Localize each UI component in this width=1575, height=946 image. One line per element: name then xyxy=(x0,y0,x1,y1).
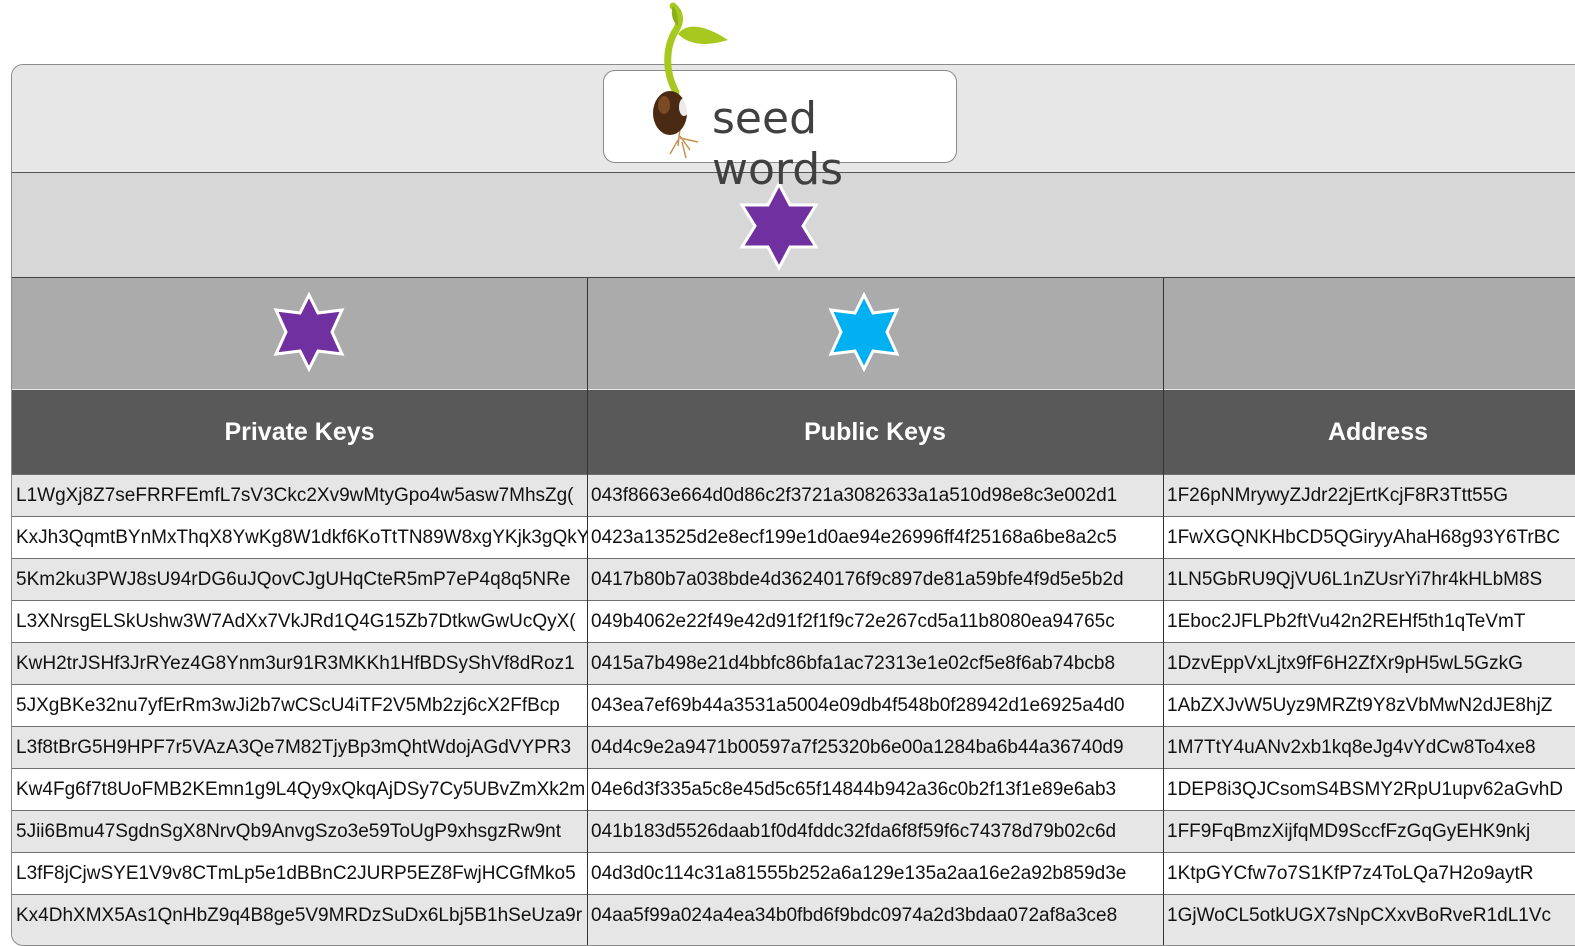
sprout-leaf xyxy=(678,26,728,44)
public-key-cell: 0417b80b7a038bde4d36240176f9c897de81a59b… xyxy=(591,569,1124,590)
address-cell: 1F26pNMrywyZJdr22jErtKcjF8R3Ttt55G xyxy=(1167,485,1509,506)
column-divider xyxy=(587,278,588,945)
private-key-cell: 5JXgBKe32nu7yfErRm3wJi2b7wCScU4iTF2V5Mb2… xyxy=(16,695,560,716)
header-address: Address xyxy=(1327,418,1429,446)
table-row: 5Jii6Bmu47SgdnSgX8NrvQb9AnvgSzo3e59ToUgP… xyxy=(12,810,1575,852)
star-left-shape xyxy=(273,292,345,372)
public-key-cell: 049b4062e22f49e42d91f2f1f9c72e267cd5a11b… xyxy=(591,611,1115,632)
seed-hilum xyxy=(679,98,689,116)
private-key-cell: L3fF8jCjwSYE1V9v8CTmLp5e1dBBnC2JURP5EZ8F… xyxy=(16,863,576,884)
public-key-cell: 0415a7b498e21d4bbfc86bfa1ac72313e1e02cf5… xyxy=(591,653,1116,674)
address-cell: 1GjWoCL5otkUGX7sNpCXxvBoRveR1dL1Vc xyxy=(1167,905,1552,926)
table-row: 5Km2ku3PWJ8sU94rDG6uJQovCJgUHqCteR5mP7eP… xyxy=(12,558,1575,600)
table-row: KxJh3QqmtBYnMxThqX8YwKg8W1dkf6KoTtTN89W8… xyxy=(12,516,1575,558)
public-key-cell: 04d3d0c114c31a81555b252a6a129e135a2aa16e… xyxy=(591,863,1127,884)
address-cell: 1Eboc2JFLPb2ftVu42n2REHf5th1qTeVmT xyxy=(1167,611,1526,632)
star-middle-icon xyxy=(828,292,900,372)
table-header: Private Keys Public Keys Address xyxy=(12,390,1575,474)
address-cell: 1FF9FqBmzXijfqMD9SccfFzGqGyEHK9nkj xyxy=(1167,821,1531,842)
address-cell: 1KtpGYCfw7o7S1KfP7z4ToLQa7H2o9aytR xyxy=(1167,863,1534,884)
private-key-cell: Kw4Fg6f7t8UoFMB2KEmn1g9L4Qy9xQkqAjDSy7Cy… xyxy=(16,779,586,800)
table-row: L3XNrsgELSkUshw3W7AdXx7VkJRd1Q4G15Zb7Dtk… xyxy=(12,600,1575,642)
star-middle-shape xyxy=(828,292,900,372)
private-key-cell: KwH2trJSHf3JrRYez4G8Ynm3ur91R3MKKh1HfBDS… xyxy=(16,653,575,674)
header-private-keys: Private Keys xyxy=(224,418,375,446)
private-key-cell: 5Jii6Bmu47SgdnSgX8NrvQb9AnvgSzo3e59ToUgP… xyxy=(16,821,561,842)
star-left-icon xyxy=(273,292,345,372)
logo-title: seed words xyxy=(712,93,844,195)
public-key-cell: 0423a13525d2e8ecf199e1d0ae94e26996ff4f25… xyxy=(591,527,1117,548)
seed-highlight xyxy=(658,96,670,114)
table-row: L3fF8jCjwSYE1V9v8CTmLp5e1dBBnC2JURP5EZ8F… xyxy=(12,852,1575,894)
star-top-shape xyxy=(739,181,819,271)
table-row: KwH2trJSHf3JrRYez4G8Ynm3ur91R3MKKh1HfBDS… xyxy=(12,642,1575,684)
address-cell: 1DEP8i3QJCsomS4BSMY2RpU1upv62aGvhD xyxy=(1167,779,1564,800)
public-key-cell: 04d4c9e2a9471b00597a7f25320b6e00a1284ba6… xyxy=(591,737,1124,758)
private-key-cell: KxJh3QqmtBYnMxThqX8YwKg8W1dkf6KoTtTN89W8… xyxy=(16,527,587,548)
private-key-cell: L3XNrsgELSkUshw3W7AdXx7VkJRd1Q4G15Zb7Dtk… xyxy=(16,611,576,632)
sprouting-seed-icon xyxy=(653,2,728,159)
public-key-cell: 043ea7ef69b44a3531a5004e09db4f548b0f2894… xyxy=(591,695,1125,716)
address-cell: 1DzvEppVxLjtx9fF6H2ZfXr9pH5wL5GzkG xyxy=(1167,653,1523,674)
address-cell: 1M7TtY4uANv2xb1kq8eJg4vYdCw8To4xe8 xyxy=(1167,737,1536,758)
private-key-cell: 5Km2ku3PWJ8sU94rDG6uJQovCJgUHqCteR5mP7eP… xyxy=(16,569,571,590)
public-key-cell: 043f8663e664d0d86c2f3721a3082633a1a510d9… xyxy=(591,485,1118,506)
address-cell: 1LN5GbRU9QjVU6L1nZUsrYi7hr4kHLbM8S xyxy=(1167,569,1543,590)
table-row: L1WgXj8Z7seFRRFEmfL7sV3Ckc2Xv9wMtyGpo4w5… xyxy=(12,474,1575,516)
public-key-cell: 041b183d5526daab1f0d4fddc32fda6f8f59f6c7… xyxy=(591,821,1117,842)
address-cell: 1AbZXJvW5Uyz9MRZt9Y8zVbMwN2dJE8hjZ xyxy=(1167,695,1553,716)
column-divider xyxy=(1163,278,1164,945)
table-row: L3f8tBrG5H9HPF7r5VAzA3Qe7M82TjyBp3mQhtWd… xyxy=(12,726,1575,768)
private-key-cell: Kx4DhXMX5As1QnHbZ9q4B8ge5V9MRDzSuDx6Lbj5… xyxy=(16,905,583,926)
address-cell: 1FwXGQNKHbCD5QGiryyAhaH68g93Y6TrBC xyxy=(1167,527,1561,548)
private-key-cell: L1WgXj8Z7seFRRFEmfL7sV3Ckc2Xv9wMtyGpo4w5… xyxy=(16,485,574,506)
table-row: Kx4DhXMX5As1QnHbZ9q4B8ge5V9MRDzSuDx6Lbj5… xyxy=(12,894,1575,936)
private-key-cell: L3f8tBrG5H9HPF7r5VAzA3Qe7M82TjyBp3mQhtWd… xyxy=(16,737,572,758)
table-row: 5JXgBKe32nu7yfErRm3wJi2b7wCScU4iTF2V5Mb2… xyxy=(12,684,1575,726)
public-key-cell: 04e6d3f335a5c8e45d5c65f14844b942a36c0b2f… xyxy=(591,779,1117,800)
public-key-cell: 04aa5f99a024a4ea34b0fbd6f9bdc0974a2d3bda… xyxy=(591,905,1118,926)
table-body: L1WgXj8Z7seFRRFEmfL7sV3Ckc2Xv9wMtyGpo4w5… xyxy=(12,474,1575,936)
header-public-keys: Public Keys xyxy=(804,418,946,446)
third-band xyxy=(12,278,1575,389)
table-row: Kw4Fg6f7t8UoFMB2KEmn1g9L4Qy9xQkqAjDSy7Cy… xyxy=(12,768,1575,810)
diagram-frame: Private Keys Public Keys Address L1WgXj8… xyxy=(11,64,1575,946)
